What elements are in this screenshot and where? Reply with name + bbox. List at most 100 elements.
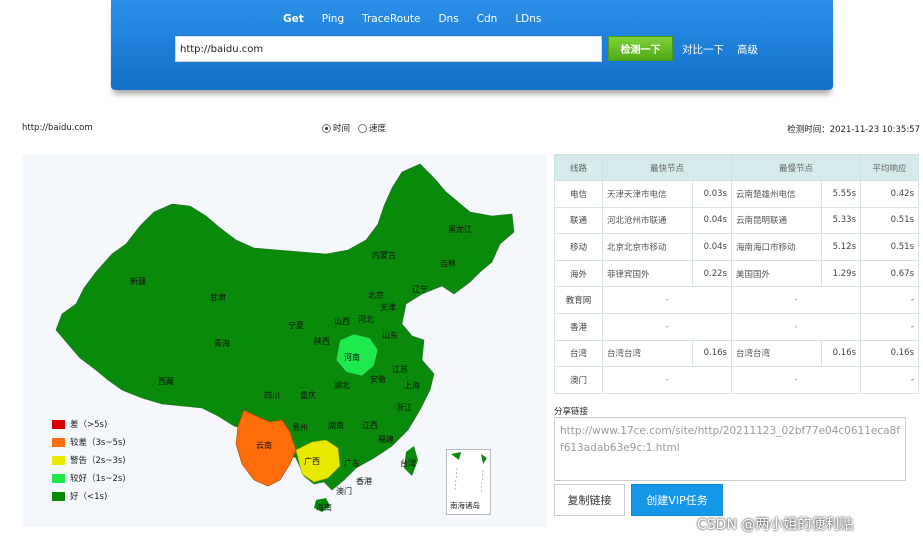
map-label-zhejiang: 浙江 bbox=[396, 403, 412, 412]
map-label-yunnan: 云南 bbox=[256, 441, 272, 450]
test-type-tabs: Get Ping TraceRoute Dns Cdn LDns bbox=[283, 13, 559, 25]
results-table: 线路 最快节点 最慢节点 平均响应 电信 天津天津市电信 0.03s 云南楚雄州… bbox=[554, 154, 919, 394]
slow-node: 海南海口市移动 bbox=[730, 233, 822, 261]
legend-item: 差（>5s) bbox=[52, 415, 126, 433]
row-line: 海外 bbox=[554, 259, 603, 288]
slow-time: 0.16s bbox=[820, 339, 862, 368]
create-vip-task-button[interactable]: 创建VIP任务 bbox=[631, 484, 723, 516]
legend-label: 好（<1s) bbox=[70, 492, 108, 502]
legend-swatch-good bbox=[52, 491, 65, 501]
map-label-jiangsu: 江苏 bbox=[392, 365, 408, 374]
row-line: 澳门 bbox=[554, 366, 603, 394]
map-label-south-sea: 南海诸岛 bbox=[450, 501, 480, 510]
map-label-taiwan: 台湾 bbox=[400, 459, 416, 468]
check-button[interactable]: 检测一下 bbox=[608, 36, 673, 61]
share-label: 分享链接 bbox=[554, 407, 589, 417]
check-time: 检测时间：2021-11-23 10:35:57 bbox=[787, 125, 920, 135]
avg-time: - bbox=[860, 286, 919, 314]
slow-node: 云南楚雄州电信 bbox=[730, 180, 822, 208]
tab-ldns[interactable]: LDns bbox=[515, 13, 541, 25]
slow-time: 5.55s bbox=[820, 180, 862, 208]
radio-speed-label: 速度 bbox=[369, 124, 387, 134]
slow-node: - bbox=[730, 286, 862, 314]
map-label-macau: 澳门 bbox=[336, 487, 352, 496]
map-label-shanghai: 上海 bbox=[404, 381, 420, 390]
avg-time: - bbox=[860, 312, 919, 341]
table-row: 台湾 台湾台湾 0.16s 台湾台湾 0.16s 0.16s bbox=[554, 339, 919, 368]
table-row: 教育网 - - - bbox=[554, 286, 919, 314]
slow-node: 美国国外 bbox=[730, 259, 822, 288]
south-sea-islands-icon bbox=[451, 452, 487, 495]
avg-time: 0.51s bbox=[860, 233, 919, 261]
csdn-watermark: CSDN @两小姐的便利贴 bbox=[697, 517, 854, 533]
map-label-hunan: 湖南 bbox=[328, 421, 344, 430]
slow-time: 5.12s bbox=[820, 233, 862, 261]
slow-node: 云南昆明联通 bbox=[730, 206, 822, 235]
legend-label: 差（>5s) bbox=[70, 420, 108, 430]
advanced-link[interactable]: 高级 bbox=[737, 42, 758, 57]
fast-node: 天津天津市电信 bbox=[602, 180, 693, 208]
legend-label: 警告（2s~3s) bbox=[70, 456, 126, 466]
map-label-shandong: 山东 bbox=[382, 331, 398, 340]
map-label-ningxia: 宁夏 bbox=[288, 321, 304, 330]
table-row: 联通 河北沧州市联通 0.04s 云南昆明联通 5.33s 0.51s bbox=[554, 206, 919, 235]
avg-time: 0.67s bbox=[860, 259, 919, 288]
avg-time: - bbox=[860, 366, 919, 394]
col-average: 平均响应 bbox=[860, 154, 919, 181]
map-label-guizhou: 贵州 bbox=[292, 423, 308, 432]
legend-swatch-poor bbox=[52, 437, 65, 447]
legend-item: 警告（2s~3s) bbox=[52, 451, 126, 469]
compare-link[interactable]: 对比一下 bbox=[682, 42, 724, 57]
tab-ping[interactable]: Ping bbox=[322, 13, 344, 25]
col-slowest: 最慢节点 bbox=[730, 154, 862, 181]
map-label-jilin: 吉林 bbox=[440, 259, 456, 268]
row-line: 台湾 bbox=[554, 339, 603, 368]
south-china-sea-inset: 南海诸岛 bbox=[446, 449, 491, 515]
radio-speed[interactable] bbox=[358, 123, 368, 133]
fast-time: 0.04s bbox=[691, 206, 732, 235]
tab-traceroute[interactable]: TraceRoute bbox=[362, 13, 420, 25]
url-input[interactable] bbox=[175, 36, 602, 62]
map-label-gansu: 甘肃 bbox=[210, 293, 226, 302]
share-link-field[interactable]: http://www.17ce.com/site/http/20211123_0… bbox=[554, 417, 906, 481]
col-line: 线路 bbox=[554, 154, 603, 181]
radio-time[interactable] bbox=[322, 123, 331, 133]
slow-node: - bbox=[730, 312, 862, 341]
table-row: 移动 北京北京市移动 0.04s 海南海口市移动 5.12s 0.51s bbox=[554, 233, 919, 261]
map-label-neimenggu: 内蒙古 bbox=[372, 251, 396, 260]
legend-swatch-bad bbox=[52, 419, 65, 429]
slow-time: 5.33s bbox=[820, 206, 862, 235]
map-label-hongkong: 香港 bbox=[356, 477, 372, 486]
row-line: 香港 bbox=[554, 312, 603, 341]
slow-node: - bbox=[730, 366, 862, 394]
fast-time: 0.16s bbox=[691, 339, 732, 368]
avg-time: 0.16s bbox=[860, 339, 919, 368]
map-label-fujian: 福建 bbox=[378, 435, 394, 444]
tab-get[interactable]: Get bbox=[283, 13, 304, 25]
tested-url: http://baidu.com bbox=[22, 123, 93, 133]
display-mode-radios: 时间 速度 bbox=[322, 122, 386, 134]
map-label-jiangxi: 江西 bbox=[362, 421, 378, 430]
row-line: 联通 bbox=[554, 206, 603, 235]
top-search-panel: Get Ping TraceRoute Dns Cdn LDns 检测一下 对比… bbox=[111, 0, 833, 90]
legend-item: 较好（1s~2s) bbox=[52, 469, 126, 487]
legend-label: 较差（3s~5s) bbox=[70, 438, 126, 448]
row-line: 电信 bbox=[554, 180, 603, 208]
row-line: 教育网 bbox=[554, 286, 603, 314]
map-label-liaoning: 辽宁 bbox=[412, 285, 428, 294]
tab-cdn[interactable]: Cdn bbox=[477, 13, 498, 25]
slow-node: 台湾台湾 bbox=[730, 339, 822, 368]
fast-node: 北京北京市移动 bbox=[602, 233, 693, 261]
fast-node: - bbox=[602, 286, 732, 314]
map-label-henan: 河南 bbox=[344, 353, 360, 362]
fast-node: 河北沧州市联通 bbox=[602, 206, 693, 235]
tab-dns[interactable]: Dns bbox=[438, 13, 458, 25]
copy-link-button[interactable]: 复制链接 bbox=[554, 484, 625, 516]
col-fastest: 最快节点 bbox=[602, 154, 732, 181]
map-label-beijing: 北京 bbox=[368, 291, 384, 300]
table-row: 澳门 - - - bbox=[554, 366, 919, 394]
legend-swatch-warning bbox=[52, 455, 65, 465]
fast-time: 0.04s bbox=[691, 233, 732, 261]
map-label-hubei: 湖北 bbox=[334, 381, 350, 390]
map-label-hebei: 河北 bbox=[358, 315, 374, 324]
